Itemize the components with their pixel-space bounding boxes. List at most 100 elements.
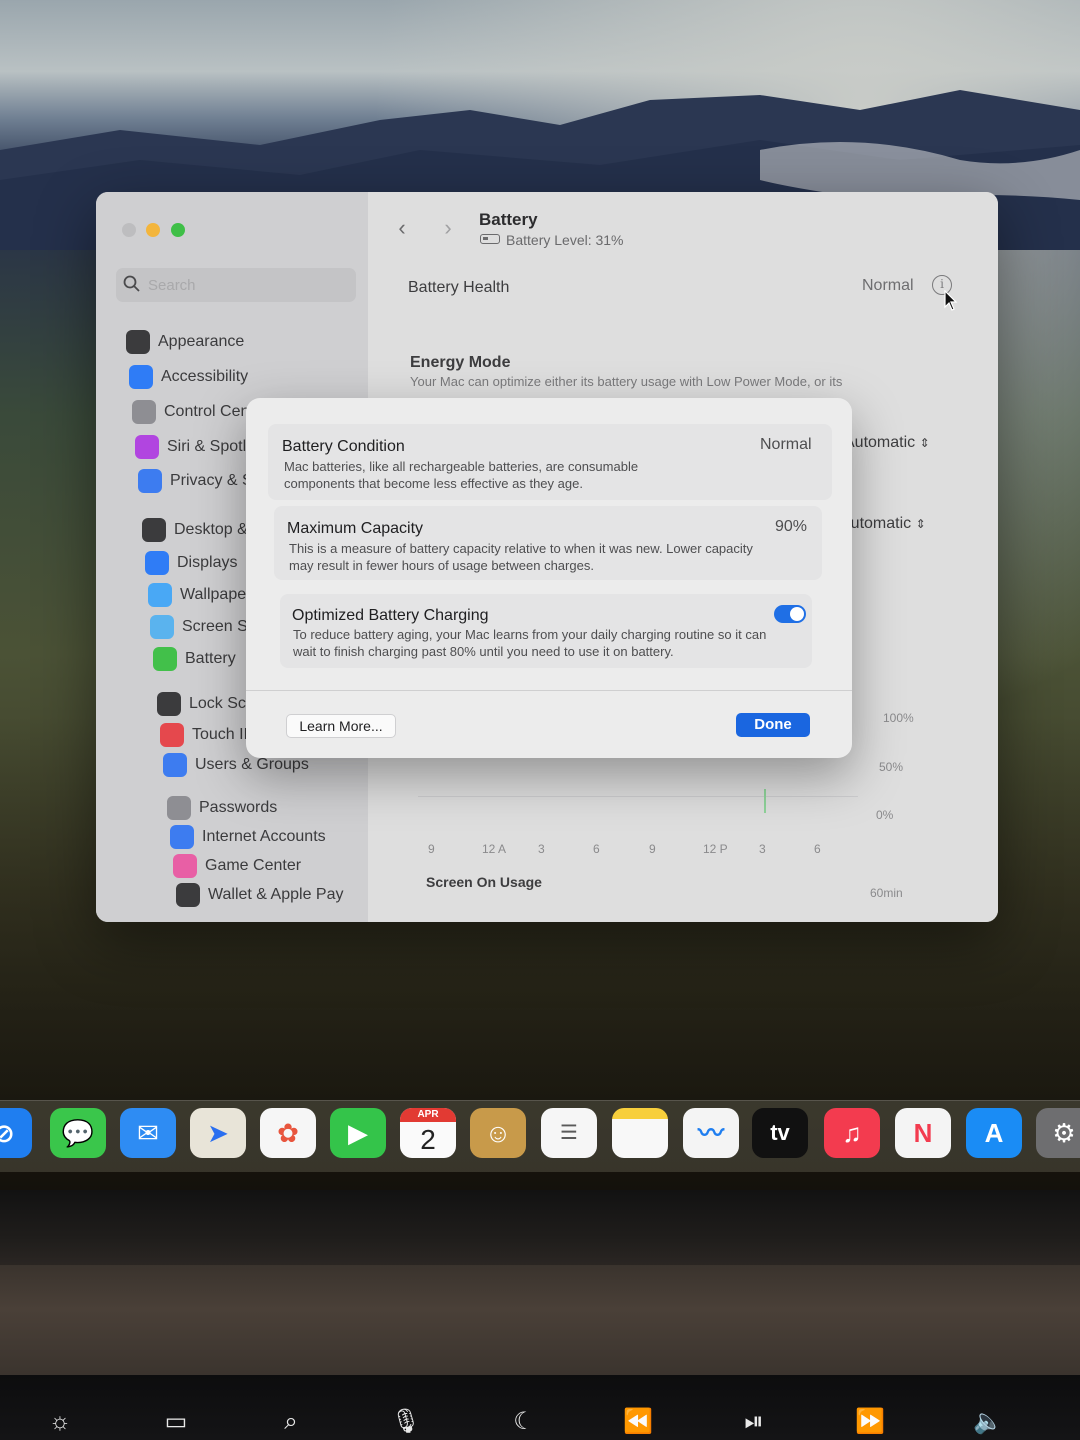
- apple-tv-icon[interactable]: tv: [752, 1108, 808, 1158]
- search-placeholder: Search: [148, 277, 196, 294]
- safari-icon[interactable]: ⊘: [0, 1108, 32, 1158]
- accessibility-icon: [129, 365, 153, 389]
- fast-forward-icon[interactable]: ⏩: [852, 1405, 888, 1439]
- usage-axis-label: 60min: [870, 886, 903, 900]
- sidebar-item-label: Displays: [177, 554, 238, 571]
- sidebar-item-label: Passwords: [199, 799, 278, 816]
- chart-y-label-100: 100%: [883, 711, 914, 725]
- music-icon[interactable]: ♫: [824, 1108, 880, 1158]
- learn-more-button[interactable]: Learn More...: [286, 714, 396, 738]
- mouse-cursor-icon: [944, 290, 958, 311]
- apple-tv-label: tv: [770, 1120, 790, 1145]
- mission-control-icon[interactable]: ▭: [158, 1405, 194, 1439]
- sidebar-item-label: Game Center: [205, 857, 302, 874]
- sidebar-item-label: Wallet & Apple Pay: [208, 886, 344, 903]
- optimized-charging-description: To reduce battery aging, your Mac learns…: [293, 627, 767, 659]
- maximum-capacity-value: 90%: [775, 518, 808, 535]
- battery-condition-description: Mac batteries, like all rechargeable bat…: [284, 459, 639, 491]
- page-title: Battery: [479, 210, 538, 229]
- messages-icon[interactable]: 💬: [50, 1108, 106, 1158]
- search-field[interactable]: Search: [116, 268, 356, 302]
- dictation-icon[interactable]: 🎙: [388, 1405, 424, 1439]
- sidebar-item-appearance[interactable]: Appearance: [126, 328, 366, 356]
- sidebar-item-label: Accessibility: [161, 368, 249, 385]
- calendar-month: APR: [400, 1108, 456, 1122]
- sidebar-item-label: Appearance: [158, 333, 245, 350]
- chart-bar: [764, 789, 766, 813]
- search-icon: [123, 275, 140, 292]
- reminders-icon[interactable]: ☰: [541, 1108, 597, 1158]
- energy-mode-select-2[interactable]: Automatic ⇕: [840, 515, 926, 533]
- battery-icon: [153, 647, 177, 671]
- optimized-charging-title: Optimized Battery Charging: [292, 607, 489, 624]
- back-button[interactable]: ‹: [390, 216, 414, 240]
- mail-icon[interactable]: ✉: [120, 1108, 176, 1158]
- chevron-updown-icon: ⇕: [915, 517, 926, 531]
- rewind-icon[interactable]: ⏪: [620, 1405, 656, 1439]
- laptop-body: [0, 1265, 1080, 1375]
- energy-mode-select-1[interactable]: Automatic ⇕: [844, 434, 930, 452]
- news-icon[interactable]: N: [895, 1108, 951, 1158]
- sidebar-item-label: Wallpaper: [180, 586, 252, 603]
- maps-icon[interactable]: ➤: [190, 1108, 246, 1158]
- chart-x-label: 12 P: [703, 842, 728, 856]
- photos-icon[interactable]: ✿: [260, 1108, 316, 1158]
- battery-health-value: Normal: [862, 277, 914, 294]
- sidebar-item-label: Internet Accounts: [202, 828, 326, 845]
- freeform-icon[interactable]: 〰: [683, 1108, 739, 1158]
- lock-icon: [157, 692, 181, 716]
- screen-on-usage-label: Screen On Usage: [426, 874, 542, 890]
- play-pause-icon[interactable]: ⏯: [736, 1405, 772, 1439]
- done-button[interactable]: Done: [736, 713, 810, 737]
- facetime-icon[interactable]: ▶: [330, 1108, 386, 1158]
- close-button[interactable]: [122, 223, 136, 237]
- mute-icon[interactable]: 🔈: [970, 1405, 1006, 1439]
- key-icon: [167, 796, 191, 820]
- spotlight-icon[interactable]: ⌕: [273, 1405, 309, 1439]
- desktop-dock-icon: [142, 518, 166, 542]
- chart-y-label-50: 50%: [879, 760, 904, 774]
- hand-icon: [138, 469, 162, 493]
- optimized-charging-toggle[interactable]: [774, 605, 806, 623]
- sidebar-item-label: Users & Groups: [195, 756, 309, 773]
- battery-level-icon: [480, 234, 500, 244]
- users-icon: [163, 753, 187, 777]
- calendar-icon[interactable]: APR 2: [400, 1108, 456, 1158]
- at-icon: [170, 825, 194, 849]
- battery-condition-card: Battery Condition Normal Mac batteries, …: [268, 424, 832, 500]
- wallet-icon: [176, 883, 200, 907]
- game-center-icon: [173, 854, 197, 878]
- chart-x-label: 12 A: [482, 842, 507, 856]
- battery-level: Battery Level: 31%: [506, 232, 624, 248]
- battery-health-label: Battery Health: [408, 279, 510, 296]
- minimize-button[interactable]: [146, 223, 160, 237]
- laptop-bezel: [0, 1190, 1080, 1270]
- wallpaper-icon: [148, 583, 172, 607]
- sidebar-item-label: Battery: [185, 650, 236, 667]
- brightness-icon[interactable]: ☼: [42, 1405, 78, 1439]
- system-settings-icon[interactable]: ⚙: [1036, 1108, 1080, 1158]
- sidebar-item-accessibility[interactable]: Accessibility: [129, 363, 369, 391]
- do-not-disturb-icon[interactable]: ☾: [506, 1405, 542, 1439]
- forward-button[interactable]: ›: [436, 216, 460, 240]
- screen-saver-icon: [150, 615, 174, 639]
- chart-baseline: [418, 796, 858, 797]
- maximum-capacity-title: Maximum Capacity: [287, 520, 424, 537]
- chart-x-label: 3: [538, 842, 545, 856]
- battery-health-sheet: Battery Condition Normal Mac batteries, …: [246, 398, 852, 758]
- optimized-charging-card: Optimized Battery Charging To reduce bat…: [280, 594, 812, 668]
- chart-x-label: 9: [428, 842, 435, 856]
- calendar-day: 2: [420, 1124, 436, 1155]
- appearance-icon: [126, 330, 150, 354]
- energy-mode-description: Your Mac can optimize either its battery…: [410, 374, 843, 389]
- contacts-icon[interactable]: ☺: [470, 1108, 526, 1158]
- sheet-divider: [246, 690, 852, 691]
- chart-y-label-0: 0%: [876, 808, 894, 822]
- zoom-button[interactable]: [171, 223, 185, 237]
- app-store-icon[interactable]: A: [966, 1108, 1022, 1158]
- maximum-capacity-card: Maximum Capacity 90% This is a measure o…: [274, 506, 822, 580]
- energy-mode-select-1-value: Automatic: [844, 434, 916, 451]
- battery-condition-title: Battery Condition: [282, 438, 405, 455]
- battery-condition-value: Normal: [760, 436, 812, 453]
- notes-icon[interactable]: [612, 1108, 668, 1158]
